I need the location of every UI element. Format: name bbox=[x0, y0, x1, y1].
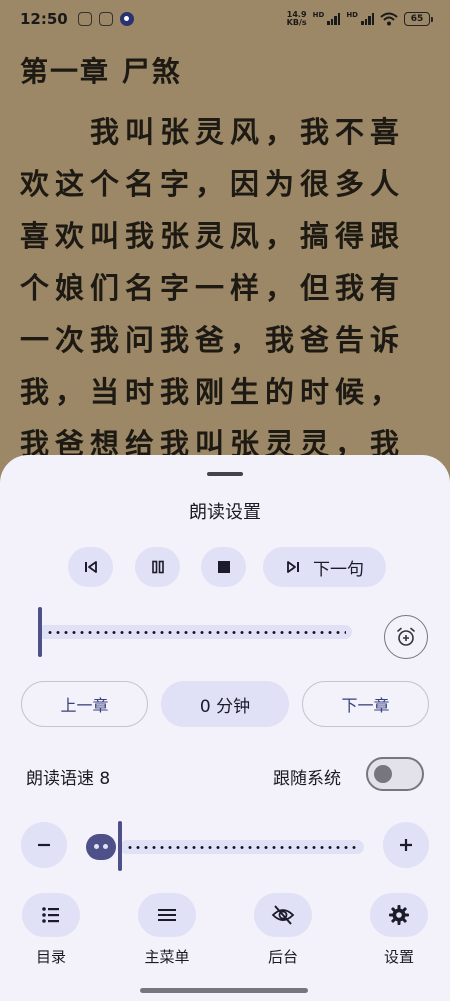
stop-button[interactable] bbox=[201, 547, 246, 587]
slider-active-range bbox=[86, 834, 116, 860]
status-bar: 12:50 14.9 KB/s HD HD 65 bbox=[0, 0, 450, 38]
chapter-body: 我叫张灵风，我不喜欢这个名字，因为很多人喜欢叫我张灵凤，搞得跟个娘们名字一样，但… bbox=[20, 115, 406, 461]
nav-label: 设置 bbox=[383, 948, 414, 966]
signal-icon bbox=[361, 13, 374, 25]
nav-label: 目录 bbox=[35, 948, 66, 966]
signal-hd-label: HD bbox=[312, 11, 325, 19]
alarm-add-icon bbox=[397, 627, 415, 646]
nav-settings[interactable]: 设置 bbox=[354, 893, 444, 967]
nav-label: 主菜单 bbox=[144, 948, 190, 966]
read-aloud-settings-sheet: 朗读设置 下一句 上一章 0 分钟 下一章 朗读语速 8 跟随系统 目录 主菜单… bbox=[0, 455, 450, 1001]
nav-main-menu[interactable]: 主菜单 bbox=[122, 893, 212, 967]
skip-previous-icon bbox=[84, 561, 97, 573]
previous-sentence-button[interactable] bbox=[68, 547, 113, 587]
list-icon bbox=[22, 893, 80, 937]
nav-table-of-contents[interactable]: 目录 bbox=[6, 893, 96, 967]
drag-handle[interactable] bbox=[207, 472, 243, 476]
minus-icon bbox=[38, 843, 50, 847]
wifi-icon bbox=[380, 12, 398, 26]
eye-off-icon bbox=[254, 893, 312, 937]
follow-system-label: 跟随系统 bbox=[273, 769, 341, 789]
battery-icon: 65 bbox=[404, 12, 433, 26]
next-sentence-label: 下一句 bbox=[313, 559, 364, 580]
gear-icon bbox=[370, 893, 428, 937]
next-chapter-button[interactable]: 下一章 bbox=[302, 681, 429, 727]
plus-icon bbox=[400, 839, 412, 851]
reading-progress-slider[interactable] bbox=[38, 607, 352, 657]
next-sentence-button[interactable]: 下一句 bbox=[263, 547, 386, 587]
sleep-timer-button[interactable]: 0 分钟 bbox=[161, 681, 289, 727]
increase-speed-button[interactable] bbox=[383, 822, 429, 868]
gesture-bar[interactable] bbox=[140, 988, 308, 993]
app-notification-icon bbox=[98, 12, 113, 26]
reader-content[interactable]: 第一章 尸煞 我叫张灵风，我不喜欢这个名字，因为很多人喜欢叫我张灵凤，搞得跟个娘… bbox=[0, 38, 450, 468]
signal-icon bbox=[327, 13, 341, 25]
speech-rate-slider[interactable] bbox=[86, 821, 364, 871]
skip-next-icon bbox=[287, 561, 299, 573]
pause-icon bbox=[151, 560, 164, 574]
slider-thumb[interactable] bbox=[118, 821, 122, 871]
stop-icon bbox=[217, 561, 230, 573]
decrease-speed-button[interactable] bbox=[21, 822, 67, 868]
pause-button[interactable] bbox=[135, 547, 180, 587]
chapter-title: 第一章 尸煞 bbox=[20, 55, 182, 88]
sheet-title: 朗读设置 bbox=[189, 502, 261, 523]
nav-label: 后台 bbox=[267, 948, 298, 966]
toggle-knob bbox=[374, 765, 392, 783]
nav-background[interactable]: 后台 bbox=[238, 893, 328, 967]
previous-chapter-button[interactable]: 上一章 bbox=[21, 681, 148, 727]
slider-thumb[interactable] bbox=[38, 607, 42, 657]
signal-hd-label: HD bbox=[346, 11, 358, 19]
menu-icon bbox=[138, 893, 196, 937]
app-notification-icon bbox=[77, 12, 92, 26]
network-speed: 14.9 KB/s bbox=[286, 10, 307, 27]
speech-rate-label: 朗读语速 8 bbox=[26, 769, 111, 789]
app-notification-icon bbox=[119, 12, 134, 26]
slider-track-dots bbox=[126, 846, 358, 849]
follow-system-toggle[interactable] bbox=[366, 757, 424, 791]
slider-track-dots bbox=[46, 631, 346, 634]
add-alarm-button[interactable] bbox=[384, 615, 428, 659]
status-time: 12:50 bbox=[20, 10, 68, 28]
